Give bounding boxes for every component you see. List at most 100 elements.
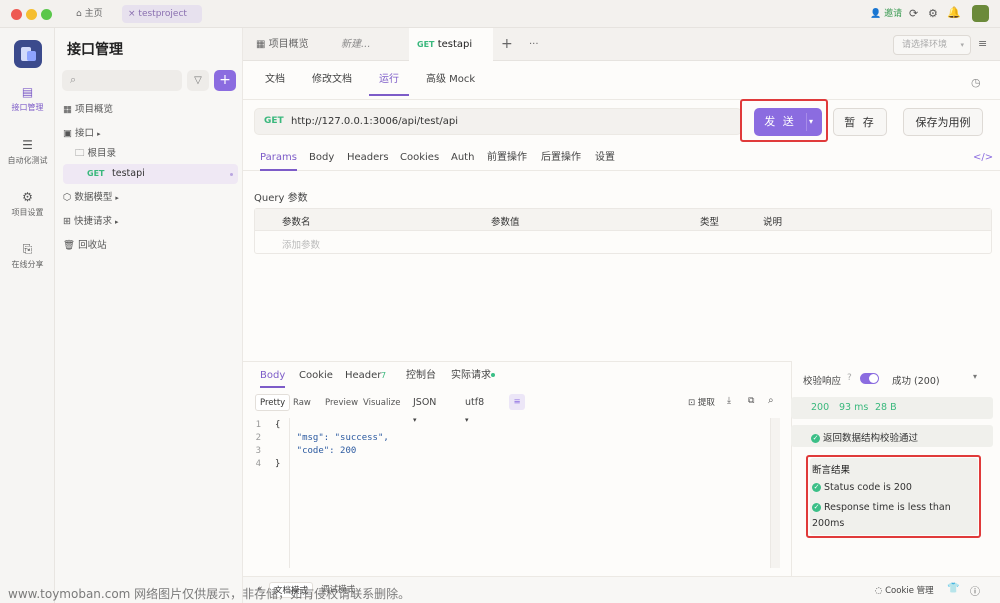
save-as-case-button[interactable]: 保存为用例	[903, 108, 983, 136]
scrollbar[interactable]	[770, 418, 780, 568]
tab-body[interactable]: Body	[309, 145, 334, 171]
params-tabs: Params Body Headers Cookies Auth 前置操作 后置…	[243, 145, 1000, 171]
gear-icon[interactable]: ⚙	[928, 7, 938, 20]
url-input[interactable]: http://127.0.0.1:3006/api/test/api	[291, 116, 458, 127]
column-header: 类型	[700, 217, 720, 228]
tab-console[interactable]: 控制台	[406, 364, 436, 388]
settings-icon: ⚙	[22, 190, 33, 204]
copy-icon[interactable]: ⧉	[748, 396, 754, 406]
code-text: "code": 200	[275, 446, 357, 456]
encoding-label: utf8	[465, 397, 485, 408]
tab-testapi[interactable]: GET testapi	[409, 28, 493, 61]
plus-icon: +	[219, 72, 231, 88]
tab-run[interactable]: 运行	[369, 64, 409, 96]
sidebar-item-root[interactable]: 🗀 根目录	[75, 144, 247, 164]
environment-select[interactable]: 请选择环境 ▾	[893, 35, 971, 55]
project-tab[interactable]: × testproject	[122, 5, 202, 23]
sidebar-label: 根目录	[87, 148, 117, 159]
avatar[interactable]	[972, 5, 989, 22]
flow-icon: ☰	[22, 138, 33, 152]
add-button[interactable]: +	[214, 70, 236, 91]
more-tabs-button[interactable]: ···	[529, 28, 539, 61]
tab-settings[interactable]: 设置	[595, 145, 615, 171]
tab-new[interactable]: 新建...	[341, 28, 371, 61]
tab-doc[interactable]: 文档	[265, 64, 285, 96]
sidebar-item-models[interactable]: ⬡ 数据模型 ▸	[63, 188, 235, 208]
code-icon[interactable]: </>	[973, 145, 993, 171]
tab-response-cookie[interactable]: Cookie	[299, 364, 333, 388]
send-button[interactable]: 发 送 ▾	[754, 108, 822, 136]
add-tab-button[interactable]: +	[501, 28, 513, 61]
invite-label: 邀请	[884, 9, 903, 19]
search-input[interactable]: ⌕	[62, 70, 182, 91]
close-window-button[interactable]	[11, 9, 22, 20]
help-icon[interactable]: ⓘ	[970, 583, 980, 598]
sidebar-item-overview[interactable]: ▦ 项目概览	[63, 100, 235, 120]
rail-label: 项目设置	[11, 208, 44, 217]
close-icon[interactable]: ×	[128, 9, 136, 19]
folder-icon: 🗀	[75, 148, 85, 159]
tab-overview[interactable]: ▦ 项目概览	[256, 28, 309, 61]
home-tab[interactable]: ⌂ 主页	[70, 5, 109, 23]
rail-project-settings[interactable]: ⚙ 项目设置	[0, 190, 55, 218]
sidebar-item-testapi[interactable]: GET testapi	[63, 164, 238, 184]
search-icon[interactable]: ⌕	[768, 395, 774, 406]
rail-automation[interactable]: ☰ 自动化测试	[0, 138, 55, 166]
tab-auth[interactable]: Auth	[451, 145, 474, 171]
response-code-editor[interactable]: 1{ 2 "msg": "success", 3 "code": 200 4}	[243, 418, 781, 568]
tab-params[interactable]: Params	[260, 145, 297, 171]
code-line: 4}	[243, 458, 281, 471]
save-button[interactable]: 暂 存	[833, 108, 887, 136]
search-icon: ⌕	[70, 73, 77, 86]
tab-pre-ops[interactable]: 前置操作	[487, 145, 527, 171]
shirt-icon[interactable]: 👕	[947, 583, 959, 594]
caret-icon: ▸	[115, 218, 119, 226]
subnav-label: 修改文档	[312, 74, 352, 85]
tab-edit-doc[interactable]: 修改文档	[312, 64, 352, 96]
bell-icon[interactable]: 🔔	[947, 6, 961, 19]
rail-online-share[interactable]: ⎘ 在线分享	[0, 242, 55, 270]
validation-toggle[interactable]	[860, 373, 879, 384]
method-select[interactable]: GET	[264, 116, 284, 126]
rail-api-management[interactable]: ▤ 接口管理	[0, 85, 55, 113]
column-header: 参数名	[282, 217, 311, 228]
filter-icon: ▽	[194, 75, 202, 86]
api-icon: ▤	[21, 85, 34, 99]
url-bar[interactable]: GET http://127.0.0.1:3006/api/test/api	[254, 108, 742, 135]
subnav-label: 文档	[265, 74, 285, 85]
tab-response-header[interactable]: Header	[345, 364, 381, 388]
extract-button[interactable]: ⊡ 提取	[688, 396, 715, 408]
cookie-manager-button[interactable]: ◌ Cookie 管理	[875, 584, 934, 596]
preview-button[interactable]: Preview	[325, 395, 358, 411]
download-icon[interactable]: ⤓	[727, 396, 731, 406]
sidebar-label: 快捷请求	[74, 216, 113, 227]
tab-response-body[interactable]: Body	[260, 364, 286, 388]
quick-icon: ⊞	[63, 216, 71, 227]
query-params-table: 参数名 参数值 类型 说明 添加参数	[254, 208, 992, 254]
filter-button[interactable]: ▽	[187, 70, 209, 91]
tab-actual-request[interactable]: 实际请求	[451, 364, 491, 388]
add-param-input[interactable]: 添加参数	[282, 237, 320, 251]
raw-button[interactable]: Raw	[293, 395, 311, 411]
sync-icon[interactable]: ⟳	[909, 7, 918, 20]
visualize-button[interactable]: Visualize	[363, 395, 400, 411]
response-time: 93 ms	[839, 402, 869, 413]
minimize-window-button[interactable]	[26, 9, 37, 20]
invite-button[interactable]: 👤 邀请	[864, 5, 908, 23]
wrap-icon[interactable]: ≡	[509, 394, 525, 410]
tab-post-ops[interactable]: 后置操作	[541, 145, 581, 171]
help-icon: ?	[847, 373, 852, 383]
tab-cookies[interactable]: Cookies	[400, 145, 439, 171]
history-icon[interactable]: ◷	[971, 76, 981, 89]
tab-headers[interactable]: Headers	[347, 145, 389, 171]
check-icon: ✓	[812, 483, 821, 492]
sidebar-item-trash[interactable]: 🗑 回收站	[63, 236, 235, 256]
maximize-window-button[interactable]	[41, 9, 52, 20]
pretty-button[interactable]: Pretty	[255, 394, 291, 411]
sidebar-item-quick[interactable]: ⊞ 快捷请求 ▸	[63, 212, 235, 232]
tab-mock[interactable]: 高级 Mock	[426, 64, 475, 96]
sidebar-item-api[interactable]: ▣ 接口 ▸	[63, 124, 235, 144]
chevron-down-icon[interactable]: ▾	[973, 372, 977, 381]
chevron-down-icon[interactable]: ▾	[809, 108, 815, 136]
menu-icon[interactable]: ≡	[978, 37, 987, 50]
